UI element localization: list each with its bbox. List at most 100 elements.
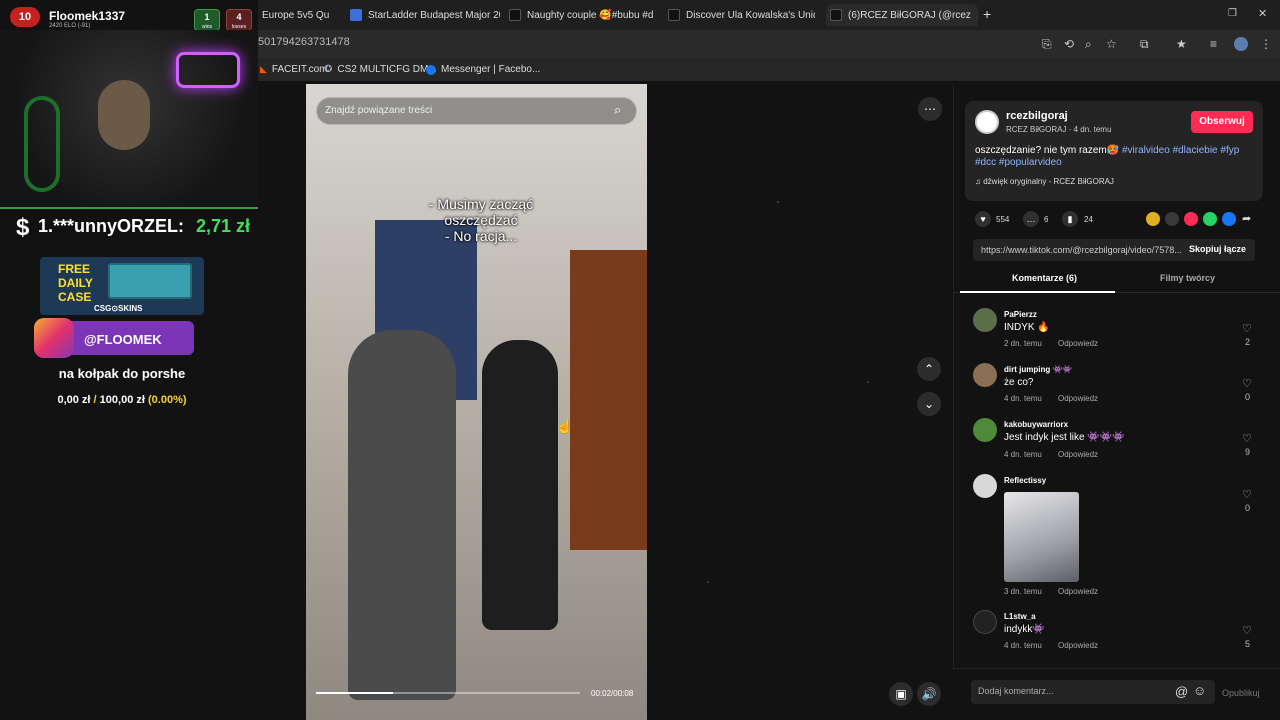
search-icon[interactable]: ⌕ — [614, 102, 621, 118]
comment-like-icon[interactable]: ♡ — [1242, 377, 1252, 390]
hashtag-link[interactable]: #viralvideo — [1122, 145, 1170, 156]
reply-button[interactable]: Odpowiedz — [1058, 339, 1098, 348]
bookmark-star-icon[interactable]: ☆ — [1106, 37, 1117, 51]
comment-avatar[interactable] — [973, 308, 997, 332]
new-tab-button[interactable]: + — [983, 6, 991, 22]
comment-time: 2 dn. temu — [1004, 339, 1042, 348]
star-icon[interactable]: ★ — [1176, 37, 1187, 51]
bookmark-cs2[interactable]: ✪ CS2 MULTICFG DM... — [324, 64, 437, 75]
close-window-icon[interactable]: ✕ — [1258, 7, 1267, 20]
menu-icon[interactable]: ⋮ — [1260, 37, 1272, 51]
comment-time: 4 dn. temu — [1004, 394, 1042, 403]
reply-button[interactable]: Odpowiedz — [1058, 641, 1098, 650]
case-ad-line: DAILY — [58, 276, 93, 290]
send-icon[interactable] — [1184, 212, 1198, 226]
comment-like-icon[interactable]: ♡ — [1242, 432, 1252, 445]
tab-creator-videos[interactable]: Filmy twórcy — [1160, 273, 1215, 283]
creator-display-name: RCEZ BiłGORAJ — [1006, 125, 1067, 134]
translate-icon[interactable]: ⟲ — [1064, 37, 1074, 51]
browser-tab[interactable]: Europe 5v5 Qu✕ — [262, 4, 332, 26]
volume-button[interactable]: 🔊 — [917, 682, 941, 706]
url-field[interactable]: 501794263731478 — [258, 36, 350, 48]
install-app-icon[interactable]: ⎘ — [1042, 37, 1052, 52]
player-name: Floomek1337 — [49, 9, 126, 23]
copy-link-button[interactable]: Skopiuj łącze — [1189, 244, 1246, 254]
audio-icon[interactable]: 🔊 — [977, 10, 978, 21]
comment-like-icon[interactable]: ♡ — [1242, 322, 1252, 335]
neon-sign — [176, 52, 240, 88]
comment-like-count: 0 — [1245, 392, 1251, 402]
comment-user[interactable]: PaPierzz — [1004, 310, 1037, 319]
comment-avatar[interactable] — [973, 610, 997, 634]
next-video-button[interactable]: ⌄ — [917, 392, 941, 416]
like-icon[interactable]: ♥ — [975, 211, 991, 227]
streamer-face — [98, 80, 150, 150]
case-ad-line: FREE — [58, 262, 91, 276]
pip-button[interactable]: ▣ — [889, 682, 913, 706]
share-arrow-icon[interactable]: ➦ — [1242, 212, 1251, 225]
comment-text: INDYK 🔥 — [1004, 322, 1050, 333]
caption-line: - No racja... — [444, 228, 518, 244]
reply-button[interactable]: Odpowiedz — [1058, 587, 1098, 596]
repost-icon[interactable] — [1146, 212, 1160, 226]
bookmark-messenger[interactable]: Messenger | Facebo... — [426, 64, 540, 75]
comment-time: 4 dn. temu — [1004, 641, 1042, 650]
comment-user[interactable]: dirt jumping 👾👾 — [1004, 365, 1072, 374]
extensions-icon[interactable]: ⧉ — [1140, 37, 1149, 52]
active-tab-indicator — [960, 291, 1115, 293]
sound-link[interactable]: ♫ dźwięk oryginalny - RCEZ BiłGORAJ — [975, 177, 1114, 186]
browser-tab[interactable]: Discover Ula Kowalska's Uniqu✕ — [668, 4, 815, 26]
tab-title: Naughty couple 🥰#bubu #du — [527, 9, 653, 21]
comment-user[interactable]: Reflectissy — [1004, 476, 1046, 485]
comment-image[interactable] — [1004, 492, 1079, 582]
follow-button[interactable]: Obserwuj — [1191, 111, 1253, 133]
bookmark-icon[interactable]: ▮ — [1062, 211, 1078, 227]
comment-avatar[interactable] — [973, 363, 997, 387]
faceit-icon: ◣ — [260, 64, 267, 74]
comment-time: 4 dn. temu — [1004, 450, 1042, 459]
comment-user[interactable]: L1stw_a — [1004, 612, 1036, 621]
media-icon[interactable]: ≡ — [1210, 37, 1217, 51]
browser-tab[interactable]: Naughty couple 🥰#bubu #du✕ — [509, 4, 653, 26]
reply-button[interactable]: Odpowiedz — [1058, 394, 1098, 403]
creator-handle[interactable]: rcezbilgoraj — [1006, 110, 1068, 122]
post-comment-button[interactable]: Opublikuj — [1222, 688, 1260, 698]
comment-like-icon[interactable]: ♡ — [1242, 624, 1252, 637]
comment-count: 6 — [1044, 215, 1049, 224]
emoji-icon[interactable]: ☺ — [1193, 683, 1206, 698]
previous-video-button[interactable]: ⌃ — [917, 357, 941, 381]
hashtag-link[interactable]: #fyp — [1220, 145, 1239, 156]
hashtag-link[interactable]: #popularvideo — [999, 157, 1062, 168]
creator-avatar[interactable] — [975, 110, 999, 134]
comment-icon[interactable]: … — [1023, 211, 1039, 227]
comment-avatar[interactable] — [973, 474, 997, 498]
restore-icon[interactable]: ❐ — [1228, 8, 1237, 19]
reply-button[interactable]: Odpowiedz — [1058, 450, 1098, 459]
bookmark-faceit[interactable]: ◣ FACEIT.com — [260, 64, 328, 75]
zoom-icon[interactable]: ⌕ — [1085, 37, 1092, 52]
gaming-chair — [24, 96, 60, 192]
browser-tab-active[interactable]: (6)RCEZ BiłGORAJ (@rcez🔊✕ — [826, 4, 978, 26]
profile-avatar[interactable] — [1234, 37, 1248, 51]
bookmark-label: CS2 MULTICFG DM... — [337, 64, 437, 75]
embed-icon[interactable] — [1165, 212, 1179, 226]
whatsapp-icon[interactable] — [1203, 212, 1217, 226]
hashtag-link[interactable]: #dcc — [975, 157, 996, 168]
dollar-icon: $ — [16, 214, 30, 241]
more-options-button[interactable]: ⋯ — [918, 97, 942, 121]
cs2-icon: ✪ — [324, 64, 333, 75]
comment-avatar[interactable] — [973, 418, 997, 442]
goal-progress: 0,00 zł / 100,00 zł (0.00%) — [0, 394, 244, 406]
tab-comments[interactable]: Komentarze (6) — [1012, 273, 1077, 283]
case-chest-icon — [108, 263, 192, 299]
comment-like-icon[interactable]: ♡ — [1242, 488, 1252, 501]
post-link[interactable]: https://www.tiktok.com/@rcezbilgoraj/vid… — [981, 245, 1181, 255]
creator-subline: RCEZ BiłGORAJ · 4 dn. temu — [1006, 125, 1111, 134]
comment-user[interactable]: kakobuywarriorx — [1004, 420, 1068, 429]
browser-tab[interactable]: StarLadder Budapest Major 202✕ — [350, 4, 500, 26]
case-ad-line: CASE — [58, 290, 92, 304]
mention-icon[interactable]: @ — [1175, 684, 1188, 699]
hashtag-link[interactable]: #dlaciebie — [1173, 145, 1218, 156]
facebook-share-icon[interactable] — [1222, 212, 1236, 226]
video-progress-fill — [316, 692, 393, 694]
